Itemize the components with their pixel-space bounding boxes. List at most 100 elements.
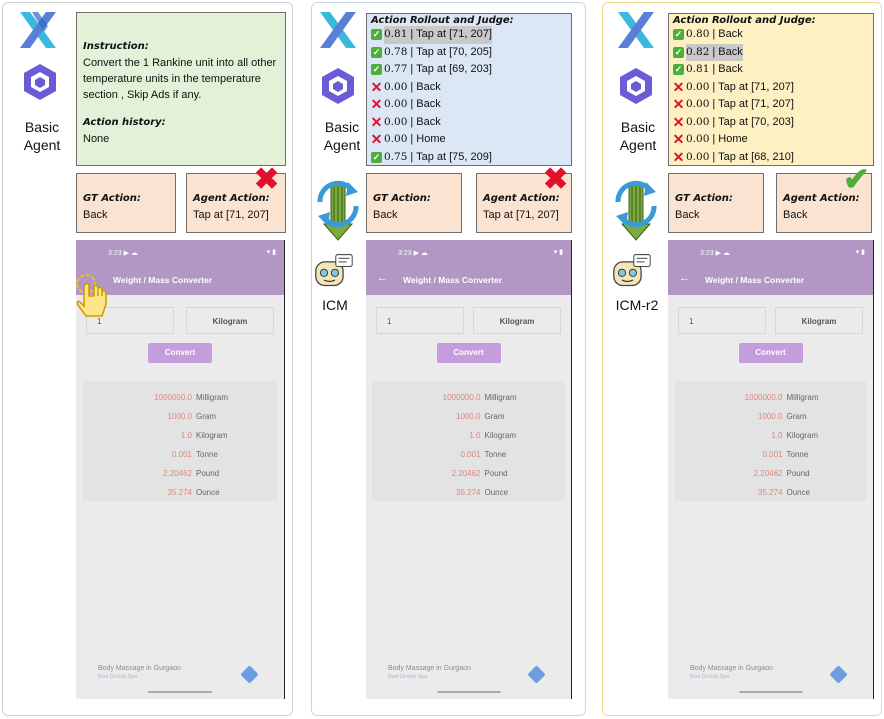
result-value: 1000.0 <box>167 412 192 421</box>
ad-direction-icon[interactable] <box>829 665 848 684</box>
agent-label-line2: Agent <box>323 137 361 153</box>
gt-action-box: GT Action: Back <box>668 173 764 233</box>
check-icon: ✓ <box>673 29 684 41</box>
rollout-score: 0.00 <box>686 80 710 93</box>
phone-screen: 3:23 ▶ ☁ ▾ ▮ ← Weight / Mass Converter 1… <box>668 240 874 699</box>
result-unit: Milligram <box>484 393 517 402</box>
icm-label: ICM <box>322 297 348 313</box>
value-input[interactable]: 1 <box>376 307 464 334</box>
unit-select[interactable]: Kilogram <box>186 307 274 334</box>
rollout-row: ✓ 0.77 | Tap at [69, 203] <box>371 61 567 79</box>
rollout-score: 0.00 <box>686 98 710 110</box>
cross-icon: ✕ <box>370 96 383 112</box>
rollout-action: | Back <box>712 28 743 40</box>
result-value: 35.274 <box>456 488 481 497</box>
gt-action-box: GT Action: Back <box>366 173 462 233</box>
rollout-title: Action Rollout and Judge: <box>371 15 514 26</box>
rollout-action: | Tap at [71, 207] <box>712 98 794 110</box>
rollout-title: Action Rollout and Judge: <box>673 15 816 26</box>
convert-button[interactable]: Convert <box>436 343 501 363</box>
ad-title: Body Massage in Gurgaon <box>690 665 773 672</box>
rollout-row: ✓ 0.82 | Back <box>673 43 869 61</box>
input-row: 1 Kilogram <box>678 307 863 335</box>
status-bar: 3:23 ▶ ☁ ▾ ▮ <box>76 240 284 265</box>
value-input[interactable]: 1 <box>678 307 766 334</box>
rollout-row: ✓ 0.80 | Back <box>673 26 869 44</box>
ad-banner[interactable]: Body Massage in Gurgaon Red Orchid Spa <box>388 665 471 681</box>
check-icon: ✓ <box>371 151 382 163</box>
unit-select[interactable]: Kilogram <box>775 307 863 334</box>
ad-banner[interactable]: Body Massage in Gurgaon Red Orchid Spa <box>690 665 773 681</box>
results-card: 1000000.0 Milligram 1000.0 Gram 1.0 Kilogra… <box>372 381 565 501</box>
result-row: 1000000.0 Milligram <box>82 393 278 412</box>
result-unit: Milligram <box>196 393 228 402</box>
rollout-text: 0.78 | Tap at [70, 205] <box>384 44 492 62</box>
convert-button[interactable]: Convert <box>738 343 803 363</box>
status-time: 3:23 <box>108 250 122 257</box>
qwen-logo-icon <box>620 68 652 104</box>
status-icons: ▶ ☁ <box>413 250 428 257</box>
status-right-icons: ▾ ▮ <box>553 249 563 256</box>
rollout-score: 0.82 <box>686 45 710 58</box>
rollout-action: | Tap at [68, 210] <box>712 150 794 163</box>
gt-value: Back <box>675 209 700 221</box>
agent-label: Basic Agent <box>318 118 366 154</box>
gt-title: GT Action: <box>373 193 431 204</box>
back-arrow-icon[interactable]: ← <box>377 272 388 284</box>
rollout-score: 0.00 <box>384 115 408 128</box>
rollout-judge-box: Action Rollout and Judge: ✓ 0.80 | Back ✓ 0.… <box>668 13 874 166</box>
result-row: 1000000.0 Milligram <box>372 393 565 412</box>
status-icons: ▶ ☁ <box>123 250 138 257</box>
nav-handle[interactable] <box>436 691 501 693</box>
app-bar: ← Weight / Mass Converter <box>668 265 873 295</box>
rollout-score: 0.80 <box>686 28 710 40</box>
tap-hand-icon <box>72 272 116 322</box>
agent-label-line1: Basic <box>324 119 360 135</box>
result-value: 1.0 <box>771 431 783 440</box>
check-icon: ✓ <box>673 64 684 76</box>
result-value: 1000.0 <box>758 412 783 421</box>
result-row: 1000.0 Gram <box>82 412 278 431</box>
nav-handle[interactable] <box>738 691 803 693</box>
convert-button[interactable]: Convert <box>148 343 212 363</box>
rollout-row: ✕ 0.00 | Tap at [68, 210] <box>673 149 869 167</box>
ad-direction-icon[interactable] <box>240 665 259 684</box>
result-unit: Tonne <box>196 450 218 459</box>
nav-handle[interactable] <box>148 691 212 693</box>
result-row: 0.001 Tonne <box>372 450 565 469</box>
ad-direction-icon[interactable] <box>527 665 546 684</box>
rollout-text: 0.77 | Tap at [69, 203] <box>384 61 492 79</box>
result-row: 1.0 Kilogram <box>82 431 278 450</box>
rollout-score: 0.78 <box>384 45 408 58</box>
unit-select[interactable]: Kilogram <box>473 307 561 334</box>
check-icon: ✓ <box>371 64 382 76</box>
rollout-score: 0.81 <box>686 63 710 75</box>
rollout-text: 0.00 | Back <box>384 79 441 97</box>
status-right-icons: ▾ ▮ <box>855 249 865 256</box>
rollout-row: ✓ 0.78 | Tap at [70, 205] <box>371 44 567 62</box>
robot-face-icon <box>613 254 651 287</box>
result-row: 1000000.0 Milligram <box>674 393 867 412</box>
result-value: 1.0 <box>469 431 481 440</box>
ad-banner[interactable]: Body Massage in Gurgaon Red Orchid Spa <box>98 665 181 681</box>
rollout-row: ✕ 0.00 | Back <box>371 114 567 132</box>
back-arrow-icon[interactable]: ← <box>679 272 690 284</box>
result-value: 1000000.0 <box>744 393 783 402</box>
rollout-action: | Home <box>410 133 446 145</box>
ad-subtitle: Red Orchid Spa <box>690 674 730 680</box>
result-row: 35.274 Ounce <box>674 488 867 507</box>
result-row: 1.0 Kilogram <box>674 431 867 450</box>
result-value: 0.001 <box>171 450 192 459</box>
result-value: 1000.0 <box>456 412 481 421</box>
result-unit: Ounce <box>786 488 811 497</box>
cross-icon: ✕ <box>672 96 685 112</box>
refresh-down-arrow-icon <box>615 180 657 241</box>
rollout-action: | Back <box>410 80 441 93</box>
result-unit: Kilogram <box>786 431 819 440</box>
rollout-score: 0.75 <box>384 150 408 163</box>
app-title: Weight / Mass Converter <box>113 275 213 285</box>
rollout-row: ✕ 0.00 | Tap at [70, 203] <box>673 114 869 132</box>
x-logo-icon <box>320 12 356 48</box>
rollout-list: ✓ 0.80 | Back ✓ 0.82 | Back ✓ 0.81 | Back ✕ 0.00 | … <box>673 26 869 166</box>
rollout-text: 0.00 | Tap at [71, 207] <box>686 79 794 97</box>
